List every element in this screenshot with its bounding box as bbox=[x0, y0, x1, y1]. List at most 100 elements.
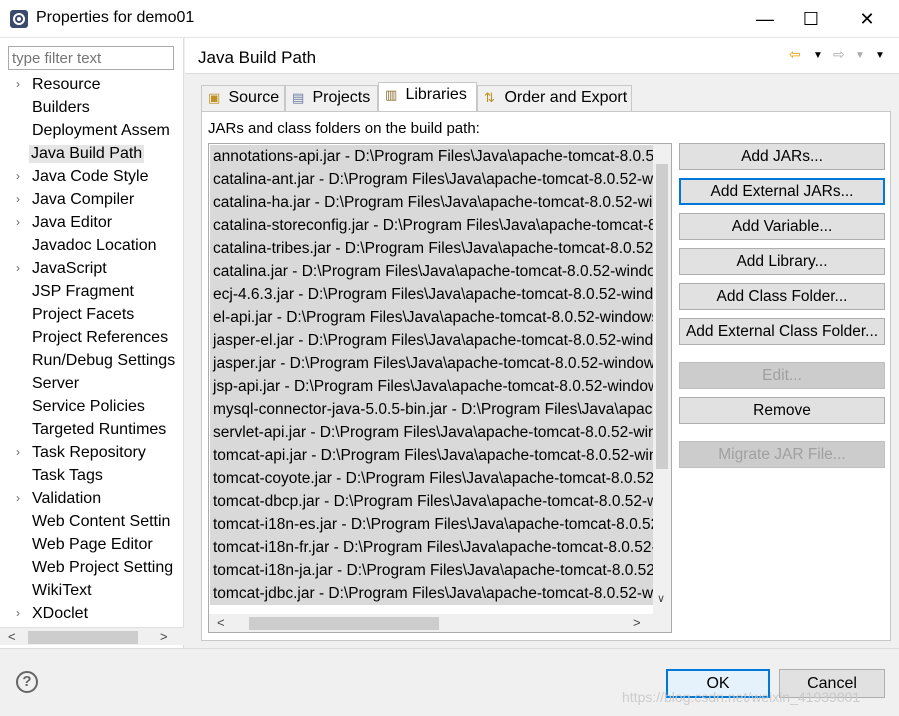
nav-item[interactable]: Builders bbox=[0, 97, 184, 120]
scrollbar-thumb[interactable] bbox=[249, 617, 439, 630]
scroll-right-icon[interactable]: > bbox=[160, 629, 168, 644]
minimize-button[interactable]: — bbox=[742, 0, 788, 38]
nav-item-label: Java Compiler bbox=[32, 191, 135, 208]
nav-item[interactable]: Java Build Path bbox=[0, 143, 184, 166]
nav-item[interactable]: › Java Compiler bbox=[0, 189, 184, 212]
maximize-icon: ☐ bbox=[802, 8, 820, 29]
add-external-class-folder-button[interactable]: Add External Class Folder... bbox=[679, 318, 885, 345]
tab-projects[interactable]: ▤ Projects bbox=[285, 85, 378, 111]
scroll-down-icon[interactable]: ∨ bbox=[657, 592, 665, 605]
tab-source[interactable]: ▣ Source bbox=[201, 85, 285, 111]
jar-list[interactable]: annotations-api.jar - D:\Program Files\J… bbox=[208, 143, 672, 633]
tab-libraries[interactable]: ▥ Libraries bbox=[378, 82, 477, 112]
jar-list-item[interactable]: servlet-api.jar - D:\Program Files\Java\… bbox=[210, 421, 654, 444]
nav-item[interactable]: Project Facets bbox=[0, 304, 184, 327]
scrollbar-thumb[interactable] bbox=[28, 631, 138, 644]
nav-item[interactable]: › Java Code Style bbox=[0, 166, 184, 189]
filter-input[interactable] bbox=[8, 46, 174, 70]
expand-chevron-icon[interactable]: › bbox=[16, 445, 20, 459]
edit-button[interactable]: Edit... bbox=[679, 362, 885, 389]
jar-list-item[interactable]: tomcat-i18n-es.jar - D:\Program Files\Ja… bbox=[210, 513, 654, 536]
nav-item[interactable]: › Java Editor bbox=[0, 212, 184, 235]
jar-list-item[interactable]: ecj-4.6.3.jar - D:\Program Files\Java\ap… bbox=[210, 283, 654, 306]
libraries-icon: ▥ bbox=[385, 87, 398, 102]
dialog-footer: ? OK Cancel https://blog.csdn.net/weixin… bbox=[0, 648, 899, 716]
jar-list-item[interactable]: catalina-ant.jar - D:\Program Files\Java… bbox=[210, 168, 654, 191]
add-class-folder-button[interactable]: Add Class Folder... bbox=[679, 283, 885, 310]
expand-chevron-icon[interactable]: › bbox=[16, 261, 20, 275]
expand-chevron-icon[interactable]: › bbox=[16, 77, 20, 91]
expand-chevron-icon[interactable]: › bbox=[16, 606, 20, 620]
nav-item[interactable]: › JavaScript bbox=[0, 258, 184, 281]
jar-list-vertical-scrollbar[interactable]: ∨ bbox=[653, 144, 671, 615]
tab-label: Projects bbox=[312, 89, 371, 106]
nav-item[interactable]: Task Tags bbox=[0, 465, 184, 488]
add-variable-button[interactable]: Add Variable... bbox=[679, 213, 885, 240]
jar-list-horizontal-scrollbar[interactable]: < > bbox=[209, 614, 671, 632]
nav-item[interactable]: Web Content Settin bbox=[0, 511, 184, 534]
scroll-right-icon[interactable]: > bbox=[633, 615, 641, 630]
scroll-left-icon[interactable]: < bbox=[8, 629, 16, 644]
nav-item[interactable]: Deployment Assem bbox=[0, 120, 184, 143]
jar-list-item[interactable]: tomcat-coyote.jar - D:\Program Files\Jav… bbox=[210, 467, 654, 490]
back-arrow-icon[interactable]: ⇦ bbox=[789, 46, 801, 63]
title-bar: Properties for demo01 — ☐ ✕ bbox=[0, 0, 899, 38]
forward-menu-chevron-down-icon[interactable]: ▼ bbox=[855, 50, 865, 61]
expand-chevron-icon[interactable]: › bbox=[16, 491, 20, 505]
jar-list-item[interactable]: tomcat-api.jar - D:\Program Files\Java\a… bbox=[210, 444, 654, 467]
expand-chevron-icon[interactable]: › bbox=[16, 215, 20, 229]
jar-list-item[interactable]: catalina-ha.jar - D:\Program Files\Java\… bbox=[210, 191, 654, 214]
jar-list-item[interactable]: tomcat-jdbc.jar - D:\Program Files\Java\… bbox=[210, 582, 654, 605]
nav-item[interactable]: Web Page Editor bbox=[0, 534, 184, 557]
libraries-panel: JARs and class folders on the build path… bbox=[201, 111, 891, 641]
nav-item[interactable]: Javadoc Location bbox=[0, 235, 184, 258]
view-menu-chevron-down-icon[interactable]: ▼ bbox=[875, 50, 885, 61]
nav-item[interactable]: JSP Fragment bbox=[0, 281, 184, 304]
nav-item[interactable]: Server bbox=[0, 373, 184, 396]
jar-list-item[interactable]: tomcat-i18n-fr.jar - D:\Program Files\Ja… bbox=[210, 536, 654, 559]
add-external-jars-button[interactable]: Add External JARs... bbox=[679, 178, 885, 205]
nav-item[interactable]: Service Policies bbox=[0, 396, 184, 419]
nav-item-label: Resource bbox=[32, 76, 101, 93]
nav-item-label: JavaScript bbox=[32, 260, 107, 277]
jar-list-item[interactable]: annotations-api.jar - D:\Program Files\J… bbox=[210, 145, 654, 168]
expand-chevron-icon[interactable]: › bbox=[16, 192, 20, 206]
nav-item[interactable]: › Task Repository bbox=[0, 442, 184, 465]
nav-item[interactable]: › Validation bbox=[0, 488, 184, 511]
nav-item[interactable]: Run/Debug Settings bbox=[0, 350, 184, 373]
jar-list-item[interactable]: jasper-el.jar - D:\Program Files\Java\ap… bbox=[210, 329, 654, 352]
expand-chevron-icon[interactable]: › bbox=[16, 169, 20, 183]
jar-list-item[interactable]: tomcat-dbcp.jar - D:\Program Files\Java\… bbox=[210, 490, 654, 513]
jar-list-item[interactable]: tomcat-i18n-ja.jar - D:\Program Files\Ja… bbox=[210, 559, 654, 582]
tab-order-and-export[interactable]: ⇅ Order and Export bbox=[477, 85, 632, 111]
back-menu-chevron-down-icon[interactable]: ▼ bbox=[813, 50, 823, 61]
nav-item[interactable]: Web Project Setting bbox=[0, 557, 184, 580]
category-horizontal-scrollbar[interactable]: < > bbox=[0, 627, 184, 645]
nav-item[interactable]: Project References bbox=[0, 327, 184, 350]
nav-item[interactable]: › XDoclet bbox=[0, 603, 184, 626]
remove-button[interactable]: Remove bbox=[679, 397, 885, 424]
jar-list-item[interactable]: jsp-api.jar - D:\Program Files\Java\apac… bbox=[210, 375, 654, 398]
nav-item[interactable]: WikiText bbox=[0, 580, 184, 603]
jar-list-item[interactable]: catalina-tribes.jar - D:\Program Files\J… bbox=[210, 237, 654, 260]
add-library-button[interactable]: Add Library... bbox=[679, 248, 885, 275]
help-icon[interactable]: ? bbox=[16, 671, 38, 693]
add-jars-button[interactable]: Add JARs... bbox=[679, 143, 885, 170]
scroll-left-icon[interactable]: < bbox=[217, 615, 225, 630]
scrollbar-thumb[interactable] bbox=[656, 164, 668, 469]
nav-item[interactable]: › Resource bbox=[0, 74, 184, 97]
nav-item-label: Validation bbox=[32, 490, 102, 507]
jar-list-item[interactable]: el-api.jar - D:\Program Files\Java\apach… bbox=[210, 306, 654, 329]
close-button[interactable]: ✕ bbox=[844, 0, 890, 38]
jar-list-item[interactable]: jasper.jar - D:\Program Files\Java\apach… bbox=[210, 352, 654, 375]
nav-item[interactable]: Targeted Runtimes bbox=[0, 419, 184, 442]
build-path-label: JARs and class folders on the build path… bbox=[208, 120, 480, 137]
jar-list-item[interactable]: catalina.jar - D:\Program Files\Java\apa… bbox=[210, 260, 654, 283]
eclipse-app-icon bbox=[10, 10, 28, 28]
migrate-jar-file-button[interactable]: Migrate JAR File... bbox=[679, 441, 885, 468]
forward-arrow-icon[interactable]: ⇨ bbox=[833, 46, 845, 63]
jar-list-item[interactable]: catalina-storeconfig.jar - D:\Program Fi… bbox=[210, 214, 654, 237]
maximize-button[interactable]: ☐ bbox=[788, 0, 834, 38]
jar-list-item[interactable]: mysql-connector-java-5.0.5-bin.jar - D:\… bbox=[210, 398, 654, 421]
nav-item-label: Task Repository bbox=[32, 444, 146, 461]
